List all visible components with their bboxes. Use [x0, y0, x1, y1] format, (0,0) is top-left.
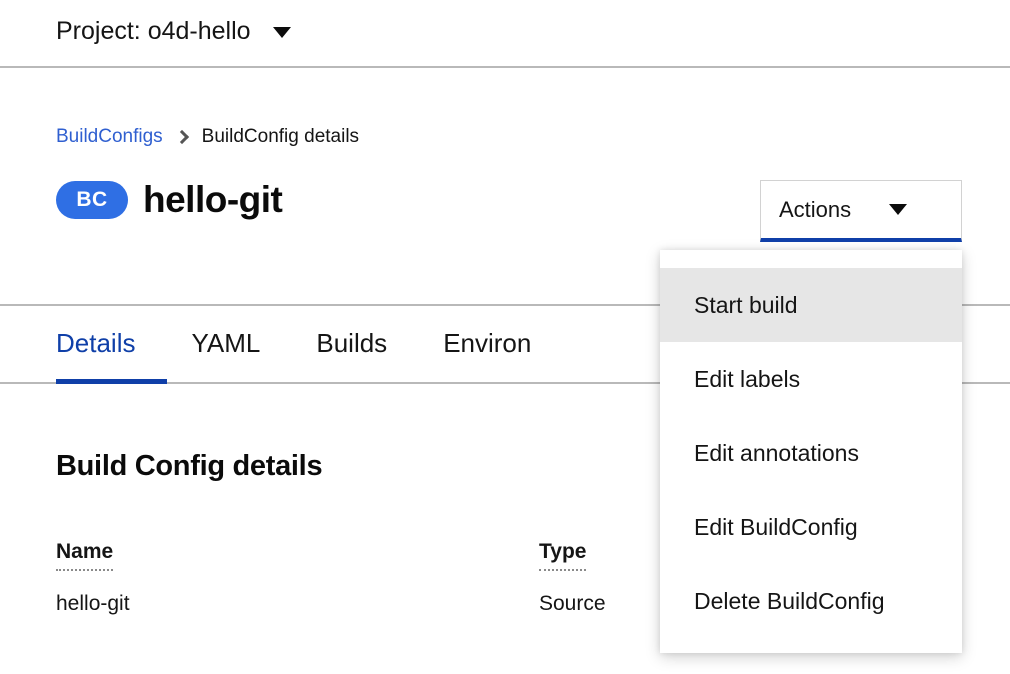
tab-environment[interactable]: Environ	[443, 306, 559, 384]
tab-environment-label: Environ	[443, 328, 532, 358]
menu-item-edit-annotations[interactable]: Edit annotations	[660, 416, 962, 490]
breadcrumb: BuildConfigs BuildConfig details	[56, 124, 359, 150]
page-title-row: BC hello-git	[56, 178, 283, 222]
detail-field-name: Name hello-git	[56, 540, 130, 616]
actions-dropdown-menu: Start build Edit labels Edit annotations…	[660, 250, 962, 653]
tab-list: Details YAML Builds Environ	[56, 306, 559, 384]
page-title: hello-git	[143, 179, 283, 220]
breadcrumb-current: BuildConfig details	[201, 126, 360, 147]
menu-item-label: Edit annotations	[694, 439, 859, 466]
menu-item-label: Edit BuildConfig	[694, 513, 858, 540]
detail-value-type: Source	[539, 592, 606, 615]
project-bar: Project: o4d-hello	[0, 0, 1010, 68]
buildconfig-details-page: Project: o4d-hello BuildConfigs BuildCon…	[0, 0, 1010, 674]
project-selector-label: Project: o4d-hello	[56, 17, 251, 45]
chevron-down-icon	[272, 27, 291, 38]
tab-details-label: Details	[56, 328, 136, 358]
menu-item-label: Start build	[694, 291, 798, 318]
section-heading: Build Config details	[56, 450, 323, 482]
detail-label-name[interactable]: Name	[56, 540, 114, 571]
actions-button-label: Actions	[779, 196, 852, 222]
detail-value-name: hello-git	[56, 592, 130, 615]
chevron-right-icon	[176, 131, 189, 144]
actions-button[interactable]: Actions	[760, 180, 962, 242]
menu-item-delete-buildconfig[interactable]: Delete BuildConfig	[660, 564, 962, 638]
tab-yaml[interactable]: YAML	[191, 306, 288, 384]
menu-item-edit-labels[interactable]: Edit labels	[660, 342, 962, 416]
tab-builds[interactable]: Builds	[316, 306, 415, 384]
resource-badge-buildconfig: BC	[56, 181, 128, 219]
menu-item-label: Edit labels	[694, 365, 801, 392]
menu-item-label: Delete BuildConfig	[694, 587, 885, 614]
project-selector[interactable]: Project: o4d-hello	[56, 14, 291, 48]
detail-field-type: Type Source	[539, 540, 606, 616]
tab-builds-label: Builds	[316, 328, 388, 358]
chevron-down-icon	[889, 204, 908, 215]
tab-yaml-label: YAML	[191, 328, 261, 358]
menu-item-start-build[interactable]: Start build	[660, 268, 962, 342]
detail-label-type[interactable]: Type	[539, 540, 587, 571]
tab-details[interactable]: Details	[56, 306, 168, 384]
breadcrumb-link-buildconfigs[interactable]: BuildConfigs	[56, 124, 163, 150]
menu-item-edit-buildconfig[interactable]: Edit BuildConfig	[660, 490, 962, 564]
